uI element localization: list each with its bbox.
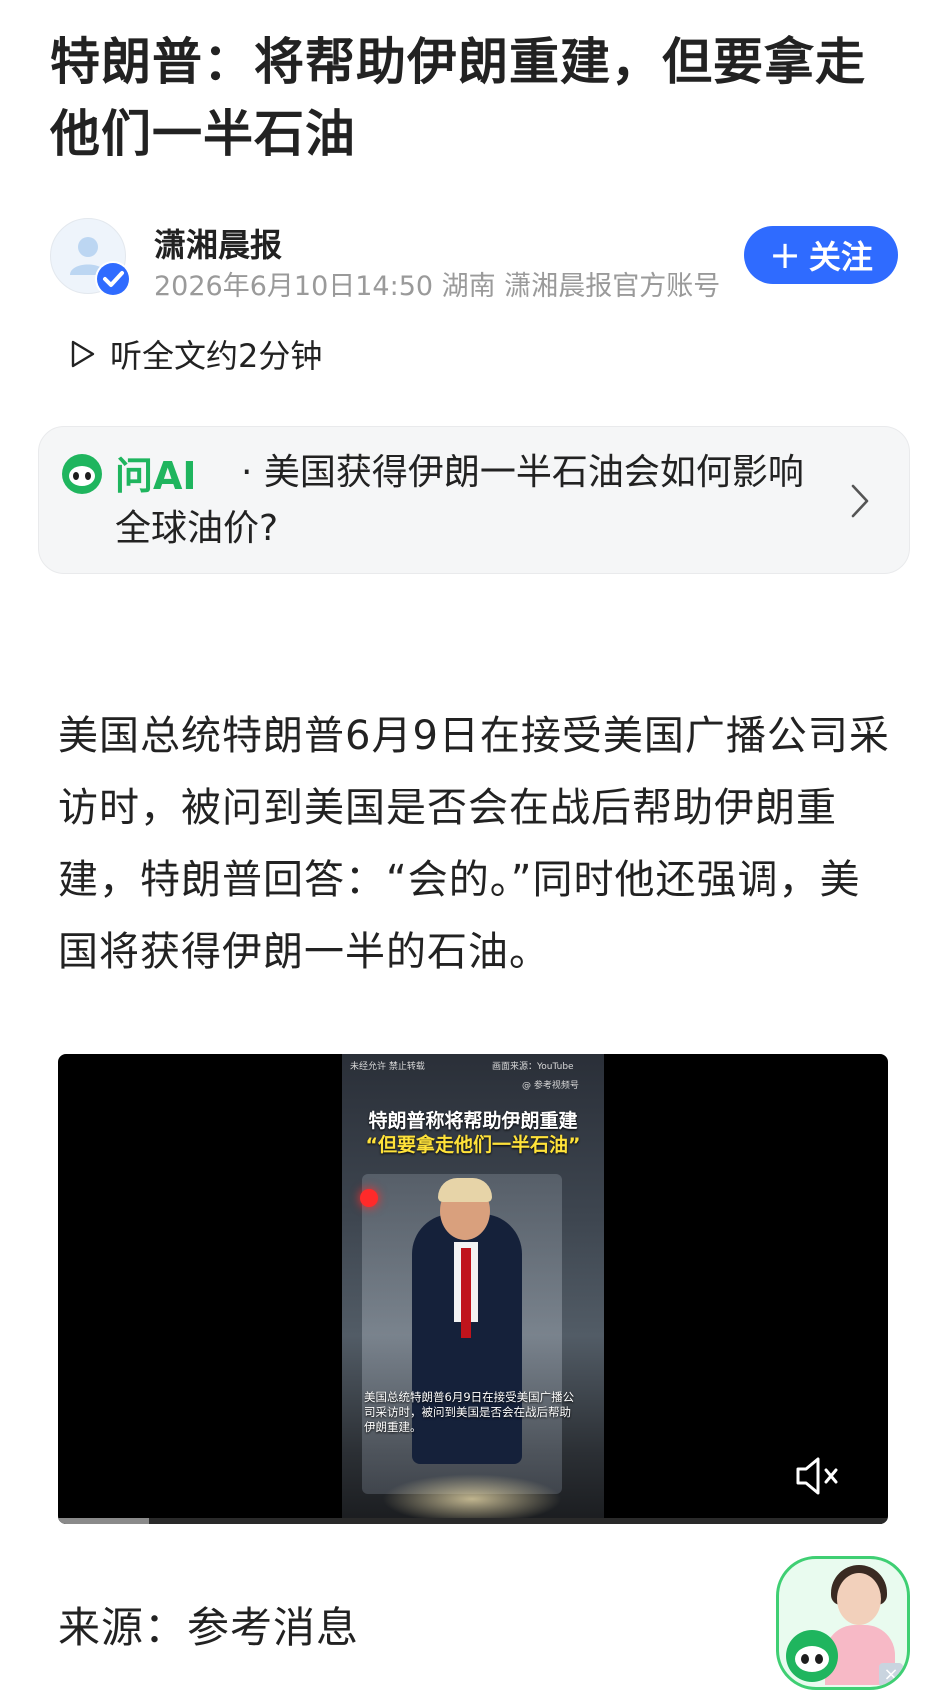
verified-badge-icon [95,261,131,297]
video-progress-track[interactable] [58,1518,888,1524]
video-headline-1: 特朗普称将帮助伊朗重建 [368,1110,578,1132]
author-avatar[interactable] [50,218,131,297]
person-hair [438,1178,492,1202]
chevron-right-icon [851,484,869,518]
video-copyright-note: 未经允许 禁止转载 [350,1062,425,1072]
video-brand-watermark: @ 参考视频号 [522,1081,579,1091]
video-caption: 美国总统特朗普6月9日在接受美国广播公司采访时，被问到美国是否会在战后帮助伊朗重… [364,1390,575,1434]
publish-meta: 2026年6月10日14:50 湖南 潇湘晨报官方账号 [154,271,721,302]
article-source: 来源：参考消息 [58,1603,360,1652]
author-row: 潇湘晨报 2026年6月10日14:50 湖南 潇湘晨报官方账号 + 关注 [50,218,900,302]
video-headline-2: “但要拿走他们一半石油” [365,1134,581,1156]
video-progress-fill [58,1518,150,1524]
article-title: 特朗普：将帮助伊朗重建，但要拿走他们一半石油 [50,33,866,163]
person-tie [461,1248,471,1338]
video-source-note: 画面来源：YouTube [492,1062,574,1072]
assistant-face [837,1573,881,1625]
listen-full-text-button[interactable]: 听全文约2分钟 [70,330,322,378]
plus-icon: + [769,233,801,277]
follow-label: 关注 [808,238,873,276]
author-name[interactable]: 潇湘晨报 [154,220,282,266]
mute-icon[interactable] [794,1454,842,1498]
video-frame: 未经允许 禁止转载 画面来源：YouTube @ 参考视频号 特朗普称将帮助伊朗… [342,1054,604,1524]
ai-assistant-float-button[interactable]: × [776,1556,910,1690]
play-icon [71,340,95,368]
floor-glow [382,1474,562,1524]
assistant-logo-icon [786,1630,838,1682]
ai-logo-icon [62,454,102,494]
red-light [360,1189,378,1207]
article-paragraph: 美国总统特朗普6月9日在接受美国广播公司采访时，被问到美国是否会在战后帮助伊朗重… [58,713,890,975]
ai-question: · 美国获得伊朗一半石油会如何影响全球油价? [115,452,804,549]
video-player[interactable]: 未经允许 禁止转载 画面来源：YouTube @ 参考视频号 特朗普称将帮助伊朗… [58,1054,888,1524]
listen-label: 听全文约2分钟 [110,337,323,375]
follow-button[interactable]: + 关注 [744,226,898,284]
ask-ai-card[interactable]: 问AI · 美国获得伊朗一半石油会如何影响全球油价? [38,426,910,574]
